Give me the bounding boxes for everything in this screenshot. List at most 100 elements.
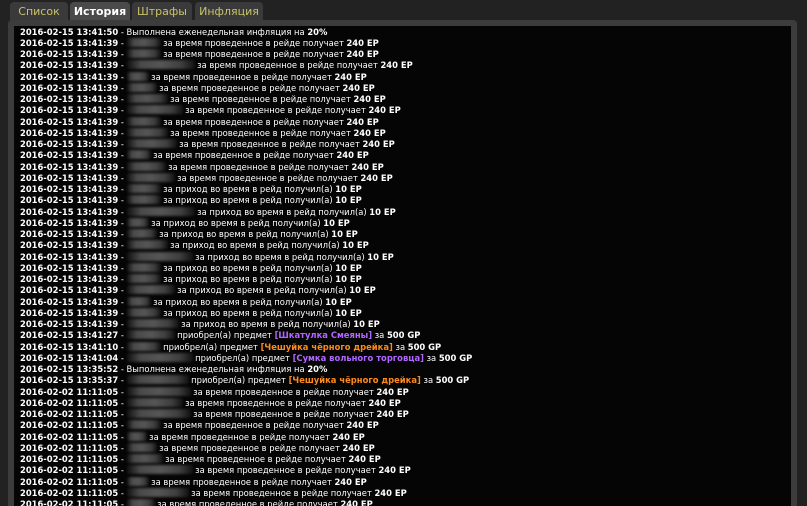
- log-amount: 240 EP: [346, 420, 379, 431]
- log-timestamp: 2016-02-15 13:41:39: [20, 217, 119, 228]
- log-separator: -: [118, 454, 127, 464]
- tab-penalties[interactable]: Штрафы: [132, 2, 192, 21]
- log-text: - Выполнена еженедельная инфляция на: [118, 26, 308, 37]
- log-text: за приход во время в рейд получил(а): [150, 296, 326, 307]
- blurred-player-name: [126, 184, 161, 193]
- log-entry: 2016-02-15 13:41:39 - за время проведенн…: [20, 161, 384, 173]
- blurred-player-name: [126, 307, 161, 317]
- log-entry: 2016-02-15 13:41:39 - за приход во время…: [20, 307, 362, 319]
- log-timestamp: 2016-02-15 13:41:39: [20, 105, 119, 116]
- log-separator: -: [118, 206, 127, 217]
- log-separator: -: [118, 352, 127, 363]
- log-amount: 240 EP: [376, 409, 409, 419]
- log-timestamp: 2016-02-02 11:11:05: [20, 397, 119, 408]
- item-link[interactable]: [Шкатулка Смеяны]: [275, 330, 372, 340]
- log-text-suffix: за: [423, 352, 439, 363]
- tab-list[interactable]: Список: [10, 2, 68, 21]
- log-text: за приход во время в рейд получил(а): [178, 319, 354, 329]
- log-amount: 10 EP: [335, 262, 362, 273]
- log-entry: 2016-02-02 11:11:05 - за время проведенн…: [20, 442, 375, 454]
- log-timestamp: 2016-02-15 13:41:10: [20, 341, 119, 352]
- item-link[interactable]: [Сумка вольного торговца]: [293, 353, 424, 363]
- log-separator: -: [118, 105, 127, 116]
- log-amount: 20%: [307, 364, 328, 374]
- log-text: за время проведенное в рейде получает: [167, 127, 354, 138]
- log-separator: -: [118, 397, 127, 408]
- log-entry: 2016-02-15 13:41:27 - приобрел(а) предме…: [20, 330, 420, 341]
- blurred-player-name: [126, 454, 163, 463]
- tab-history[interactable]: История: [70, 2, 130, 21]
- log-amount: 240 EP: [346, 49, 379, 59]
- log-amount: 240 EP: [353, 94, 386, 104]
- log-entry: 2016-02-02 11:11:05 - за время проведенн…: [20, 499, 373, 506]
- log-separator: -: [118, 386, 127, 397]
- log-timestamp: 2016-02-02 11:11:05: [20, 431, 119, 442]
- log-separator: -: [118, 341, 127, 352]
- log-entry: 2016-02-15 13:41:39 - за приход во время…: [20, 229, 358, 240]
- log-amount: 500 GP: [407, 341, 442, 352]
- log-entry: 2016-02-15 13:41:39 - за приход во время…: [20, 285, 376, 296]
- blurred-player-name: [126, 476, 149, 486]
- blurred-player-name: [126, 217, 149, 227]
- log-amount: 10 EP: [353, 319, 380, 329]
- log-separator: -: [118, 37, 127, 48]
- log-timestamp: 2016-02-15 13:41:04: [20, 352, 119, 363]
- blurred-player-name: [126, 386, 191, 396]
- log-timestamp: 2016-02-02 11:11:05: [20, 487, 119, 498]
- item-link[interactable]: [Чешуйка чёрного дрейка]: [261, 342, 393, 352]
- log-text: за время проведенное в рейде получает: [146, 431, 333, 442]
- log-text-suffix: за: [372, 330, 387, 341]
- log-amount: 500 GP: [386, 330, 421, 341]
- log-entry: 2016-02-15 13:41:39 - за приход во время…: [20, 184, 362, 195]
- log-timestamp: 2016-02-15 13:41:39: [20, 206, 119, 217]
- blurred-player-name: [126, 82, 157, 92]
- log-text: за время проведенное в рейде получает: [182, 105, 369, 116]
- log-amount: 240 EP: [346, 116, 379, 127]
- log-text: за время проведенное в рейде получает: [167, 94, 354, 104]
- log-entry: 2016-02-02 11:11:05 - за время проведенн…: [20, 454, 381, 465]
- log-text: за время проведенное в рейде получает: [148, 476, 335, 487]
- log-entry: 2016-02-15 13:41:39 - за приход во время…: [20, 206, 396, 218]
- log-entry: 2016-02-15 13:41:39 - за время проведенн…: [20, 172, 393, 184]
- log-text: за время проведенное в рейде получает: [165, 161, 352, 172]
- log-timestamp: 2016-02-15 13:41:39: [20, 195, 119, 206]
- log-entry: 2016-02-15 13:35:52 - Выполнена еженедел…: [20, 364, 327, 375]
- blurred-player-name: [126, 420, 161, 430]
- log-entry: 2016-02-15 13:41:39 - за время проведенн…: [20, 105, 401, 116]
- log-separator: -: [118, 195, 127, 206]
- log-text-suffix: за: [392, 341, 408, 352]
- log-timestamp: 2016-02-15 13:41:39: [20, 251, 119, 262]
- blurred-player-name: [126, 319, 179, 328]
- log-amount: 10 EP: [349, 285, 376, 296]
- log-timestamp: 2016-02-15 13:41:39: [20, 161, 119, 172]
- log-amount: 10 EP: [335, 184, 362, 194]
- log-separator: -: [118, 161, 127, 172]
- log-entry: 2016-02-02 11:11:05 - за время проведенн…: [20, 420, 379, 431]
- log-text: приобрел(а) предмет: [188, 375, 289, 386]
- log-timestamp: 2016-02-15 13:41:39: [20, 37, 119, 48]
- log-entry: 2016-02-15 13:41:39 - за время проведенн…: [20, 71, 367, 83]
- log-entry: 2016-02-15 13:41:39 - за время проведенн…: [20, 94, 386, 105]
- log-separator: -: [118, 409, 127, 419]
- tab-inflation[interactable]: Инфляция: [195, 2, 263, 21]
- blurred-player-name: [126, 262, 161, 272]
- item-link[interactable]: [Чешуйка чёрного дрейка]: [289, 375, 421, 385]
- log-text: приобрел(а) предмет: [160, 341, 261, 352]
- log-text: за время проведенное в рейде получает: [150, 150, 337, 161]
- log-entry: 2016-02-15 13:41:39 - за приход во время…: [20, 296, 352, 308]
- log-text: приобрел(а) предмет: [192, 352, 293, 363]
- blurred-player-name: [126, 274, 161, 283]
- blurred-player-name: [126, 487, 189, 497]
- log-amount: 240 EP: [378, 465, 411, 476]
- blurred-player-name: [126, 285, 175, 295]
- log-entry: 2016-02-15 13:41:04 - приобрел(а) предме…: [20, 352, 472, 364]
- log-separator: -: [118, 217, 127, 228]
- log-timestamp: 2016-02-02 11:11:05: [20, 420, 119, 431]
- log-separator: -: [118, 139, 127, 149]
- log-separator: -: [118, 476, 127, 487]
- blurred-player-name: [126, 375, 189, 385]
- log-entry: 2016-02-15 13:41:39 - за время проведенн…: [20, 60, 413, 71]
- log-amount: 10 EP: [335, 195, 362, 206]
- log-text: за приход во время в рейд получил(а): [174, 285, 350, 296]
- log-amount: 240 EP: [342, 82, 375, 93]
